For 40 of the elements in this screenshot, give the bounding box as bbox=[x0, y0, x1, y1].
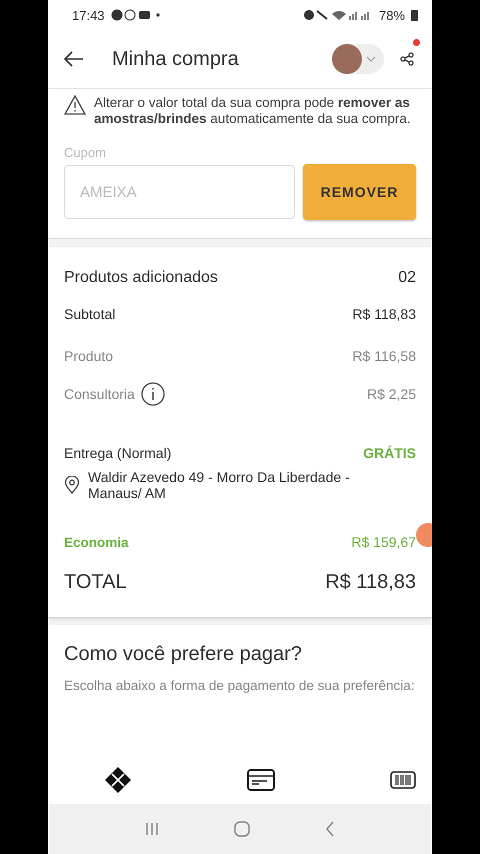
battery-icon bbox=[411, 9, 418, 21]
coupon-field[interactable]: AMEIXA bbox=[64, 165, 295, 219]
chevron-down-icon bbox=[366, 56, 376, 62]
back-icon[interactable] bbox=[324, 821, 335, 837]
summary-value: R$ 118,83 bbox=[352, 306, 416, 322]
card-icon[interactable] bbox=[247, 769, 275, 791]
summary-title: Produtos adicionados bbox=[64, 269, 218, 287]
back-arrow-icon[interactable] bbox=[64, 51, 84, 67]
account-menu[interactable] bbox=[332, 44, 384, 74]
product-count: 02 bbox=[398, 269, 416, 287]
savings-label: Economia bbox=[64, 534, 129, 550]
delivery-price: GRÁTIS bbox=[363, 445, 416, 461]
total-label: TOTAL bbox=[64, 570, 127, 594]
savings-value: R$ 159,67 bbox=[351, 534, 416, 550]
warning-icon bbox=[64, 95, 86, 115]
coupon-label: Cupom bbox=[64, 145, 107, 160]
notification-icons bbox=[110, 9, 161, 21]
summary-value: R$ 116,58 bbox=[352, 348, 416, 364]
summary-label: Produto bbox=[64, 348, 114, 364]
summary-label: Subtotal bbox=[64, 306, 116, 322]
remove-button[interactable]: REMOVER bbox=[303, 164, 416, 220]
delivery-address: Waldir Azevedo 49 - Morro Da Liberdade - Manaus/ AM bbox=[88, 469, 351, 501]
payment-subtitle: Escolha abaixo a forma de pagamento de sua preferência: bbox=[64, 678, 416, 694]
avatar bbox=[332, 44, 362, 74]
payment-title: Como você prefere pagar? bbox=[64, 643, 303, 666]
recent-apps-icon[interactable] bbox=[145, 822, 160, 836]
status-time: 17:43 bbox=[72, 8, 105, 22]
pix-icon[interactable] bbox=[104, 766, 132, 794]
total-value: R$ 118,83 bbox=[325, 570, 416, 594]
warning-text: Alterar o valor total da sua compra pode remover as amostras/brindes automaticamente da sua compra. bbox=[94, 95, 412, 127]
delivery-label: Entrega (Normal) bbox=[64, 445, 172, 461]
share-icon[interactable] bbox=[400, 52, 414, 66]
summary-label: Consultoria bbox=[64, 386, 135, 402]
barcode-icon[interactable] bbox=[390, 771, 416, 789]
summary-value: R$ 2,25 bbox=[366, 386, 416, 402]
info-icon[interactable] bbox=[140, 382, 165, 406]
location-pin-icon bbox=[64, 476, 80, 494]
page-title: Minha compra bbox=[112, 48, 240, 70]
battery-percent: 78% bbox=[378, 8, 405, 22]
home-icon[interactable] bbox=[234, 821, 250, 837]
